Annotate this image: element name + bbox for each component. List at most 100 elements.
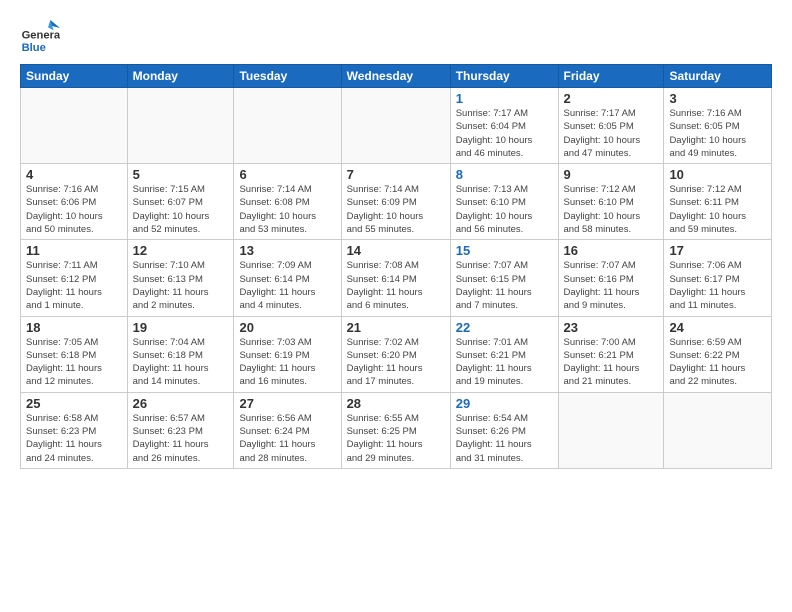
day-number: 27	[239, 396, 335, 411]
calendar-cell: 2Sunrise: 7:17 AM Sunset: 6:05 PM Daylig…	[558, 88, 664, 164]
day-info: Sunrise: 7:14 AM Sunset: 6:08 PM Dayligh…	[239, 183, 335, 236]
calendar-cell: 22Sunrise: 7:01 AM Sunset: 6:21 PM Dayli…	[450, 316, 558, 392]
calendar-cell: 1Sunrise: 7:17 AM Sunset: 6:04 PM Daylig…	[450, 88, 558, 164]
day-number: 24	[669, 320, 766, 335]
calendar-cell: 18Sunrise: 7:05 AM Sunset: 6:18 PM Dayli…	[21, 316, 128, 392]
calendar-cell: 4Sunrise: 7:16 AM Sunset: 6:06 PM Daylig…	[21, 164, 128, 240]
calendar-cell: 17Sunrise: 7:06 AM Sunset: 6:17 PM Dayli…	[664, 240, 772, 316]
day-info: Sunrise: 7:16 AM Sunset: 6:05 PM Dayligh…	[669, 107, 766, 160]
calendar-cell: 5Sunrise: 7:15 AM Sunset: 6:07 PM Daylig…	[127, 164, 234, 240]
logo: General Blue	[20, 16, 60, 56]
day-number: 3	[669, 91, 766, 106]
day-info: Sunrise: 6:54 AM Sunset: 6:26 PM Dayligh…	[456, 412, 553, 465]
day-info: Sunrise: 7:17 AM Sunset: 6:04 PM Dayligh…	[456, 107, 553, 160]
calendar-cell: 24Sunrise: 6:59 AM Sunset: 6:22 PM Dayli…	[664, 316, 772, 392]
day-number: 20	[239, 320, 335, 335]
day-number: 11	[26, 243, 122, 258]
day-number: 4	[26, 167, 122, 182]
day-info: Sunrise: 7:15 AM Sunset: 6:07 PM Dayligh…	[133, 183, 229, 236]
day-info: Sunrise: 7:07 AM Sunset: 6:16 PM Dayligh…	[564, 259, 659, 312]
day-number: 6	[239, 167, 335, 182]
day-info: Sunrise: 7:10 AM Sunset: 6:13 PM Dayligh…	[133, 259, 229, 312]
calendar-table: SundayMondayTuesdayWednesdayThursdayFrid…	[20, 64, 772, 469]
day-number: 14	[347, 243, 445, 258]
logo-bird-icon: General Blue	[20, 16, 60, 56]
calendar-cell: 8Sunrise: 7:13 AM Sunset: 6:10 PM Daylig…	[450, 164, 558, 240]
day-number: 16	[564, 243, 659, 258]
day-info: Sunrise: 7:13 AM Sunset: 6:10 PM Dayligh…	[456, 183, 553, 236]
calendar-cell: 12Sunrise: 7:10 AM Sunset: 6:13 PM Dayli…	[127, 240, 234, 316]
day-info: Sunrise: 7:04 AM Sunset: 6:18 PM Dayligh…	[133, 336, 229, 389]
day-number: 12	[133, 243, 229, 258]
calendar-cell: 23Sunrise: 7:00 AM Sunset: 6:21 PM Dayli…	[558, 316, 664, 392]
weekday-header-thursday: Thursday	[450, 65, 558, 88]
calendar-cell: 13Sunrise: 7:09 AM Sunset: 6:14 PM Dayli…	[234, 240, 341, 316]
calendar-cell: 19Sunrise: 7:04 AM Sunset: 6:18 PM Dayli…	[127, 316, 234, 392]
day-info: Sunrise: 7:07 AM Sunset: 6:15 PM Dayligh…	[456, 259, 553, 312]
header: General Blue	[20, 16, 772, 56]
day-number: 8	[456, 167, 553, 182]
day-info: Sunrise: 7:00 AM Sunset: 6:21 PM Dayligh…	[564, 336, 659, 389]
day-info: Sunrise: 6:59 AM Sunset: 6:22 PM Dayligh…	[669, 336, 766, 389]
calendar-header-row: SundayMondayTuesdayWednesdayThursdayFrid…	[21, 65, 772, 88]
day-number: 13	[239, 243, 335, 258]
page: General Blue SundayMondayTuesdayWednesda…	[0, 0, 792, 612]
calendar-cell	[234, 88, 341, 164]
day-number: 5	[133, 167, 229, 182]
calendar-cell: 26Sunrise: 6:57 AM Sunset: 6:23 PM Dayli…	[127, 392, 234, 468]
day-info: Sunrise: 7:12 AM Sunset: 6:10 PM Dayligh…	[564, 183, 659, 236]
calendar-cell	[341, 88, 450, 164]
weekday-header-saturday: Saturday	[664, 65, 772, 88]
day-number: 21	[347, 320, 445, 335]
calendar-cell: 28Sunrise: 6:55 AM Sunset: 6:25 PM Dayli…	[341, 392, 450, 468]
day-number: 28	[347, 396, 445, 411]
weekday-header-wednesday: Wednesday	[341, 65, 450, 88]
calendar-cell: 16Sunrise: 7:07 AM Sunset: 6:16 PM Dayli…	[558, 240, 664, 316]
calendar-cell: 6Sunrise: 7:14 AM Sunset: 6:08 PM Daylig…	[234, 164, 341, 240]
calendar-week-3: 18Sunrise: 7:05 AM Sunset: 6:18 PM Dayli…	[21, 316, 772, 392]
day-info: Sunrise: 7:09 AM Sunset: 6:14 PM Dayligh…	[239, 259, 335, 312]
calendar-week-4: 25Sunrise: 6:58 AM Sunset: 6:23 PM Dayli…	[21, 392, 772, 468]
day-info: Sunrise: 7:06 AM Sunset: 6:17 PM Dayligh…	[669, 259, 766, 312]
day-number: 2	[564, 91, 659, 106]
calendar-cell: 11Sunrise: 7:11 AM Sunset: 6:12 PM Dayli…	[21, 240, 128, 316]
calendar-week-0: 1Sunrise: 7:17 AM Sunset: 6:04 PM Daylig…	[21, 88, 772, 164]
calendar-cell: 27Sunrise: 6:56 AM Sunset: 6:24 PM Dayli…	[234, 392, 341, 468]
day-number: 25	[26, 396, 122, 411]
day-number: 7	[347, 167, 445, 182]
calendar-cell: 7Sunrise: 7:14 AM Sunset: 6:09 PM Daylig…	[341, 164, 450, 240]
calendar-week-1: 4Sunrise: 7:16 AM Sunset: 6:06 PM Daylig…	[21, 164, 772, 240]
svg-text:General: General	[22, 29, 60, 41]
calendar-cell: 14Sunrise: 7:08 AM Sunset: 6:14 PM Dayli…	[341, 240, 450, 316]
day-number: 26	[133, 396, 229, 411]
day-info: Sunrise: 7:01 AM Sunset: 6:21 PM Dayligh…	[456, 336, 553, 389]
calendar-week-2: 11Sunrise: 7:11 AM Sunset: 6:12 PM Dayli…	[21, 240, 772, 316]
calendar-cell: 29Sunrise: 6:54 AM Sunset: 6:26 PM Dayli…	[450, 392, 558, 468]
day-info: Sunrise: 7:03 AM Sunset: 6:19 PM Dayligh…	[239, 336, 335, 389]
day-info: Sunrise: 6:57 AM Sunset: 6:23 PM Dayligh…	[133, 412, 229, 465]
weekday-header-sunday: Sunday	[21, 65, 128, 88]
day-info: Sunrise: 7:16 AM Sunset: 6:06 PM Dayligh…	[26, 183, 122, 236]
calendar-cell: 10Sunrise: 7:12 AM Sunset: 6:11 PM Dayli…	[664, 164, 772, 240]
weekday-header-monday: Monday	[127, 65, 234, 88]
day-info: Sunrise: 7:14 AM Sunset: 6:09 PM Dayligh…	[347, 183, 445, 236]
calendar-cell: 15Sunrise: 7:07 AM Sunset: 6:15 PM Dayli…	[450, 240, 558, 316]
calendar-cell	[127, 88, 234, 164]
day-info: Sunrise: 7:05 AM Sunset: 6:18 PM Dayligh…	[26, 336, 122, 389]
calendar-cell: 25Sunrise: 6:58 AM Sunset: 6:23 PM Dayli…	[21, 392, 128, 468]
calendar-cell: 21Sunrise: 7:02 AM Sunset: 6:20 PM Dayli…	[341, 316, 450, 392]
day-number: 1	[456, 91, 553, 106]
day-info: Sunrise: 7:12 AM Sunset: 6:11 PM Dayligh…	[669, 183, 766, 236]
weekday-header-tuesday: Tuesday	[234, 65, 341, 88]
day-info: Sunrise: 7:17 AM Sunset: 6:05 PM Dayligh…	[564, 107, 659, 160]
day-info: Sunrise: 6:56 AM Sunset: 6:24 PM Dayligh…	[239, 412, 335, 465]
svg-text:Blue: Blue	[22, 42, 46, 54]
weekday-header-friday: Friday	[558, 65, 664, 88]
day-info: Sunrise: 7:11 AM Sunset: 6:12 PM Dayligh…	[26, 259, 122, 312]
calendar-cell	[21, 88, 128, 164]
day-info: Sunrise: 6:58 AM Sunset: 6:23 PM Dayligh…	[26, 412, 122, 465]
calendar-cell: 20Sunrise: 7:03 AM Sunset: 6:19 PM Dayli…	[234, 316, 341, 392]
day-number: 15	[456, 243, 553, 258]
day-number: 17	[669, 243, 766, 258]
day-number: 18	[26, 320, 122, 335]
